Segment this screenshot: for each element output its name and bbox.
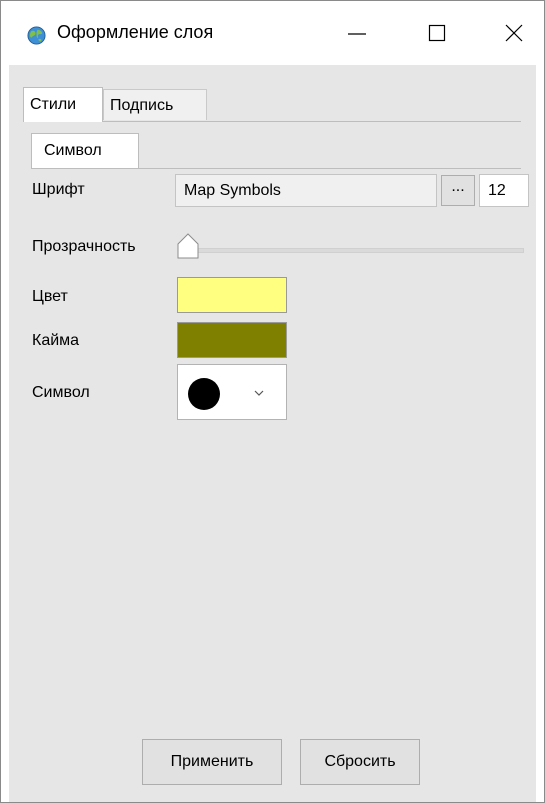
main-tabstrip: Стили Подпись — [23, 87, 521, 122]
border-label: Кайма — [32, 332, 80, 349]
chevron-down-icon — [254, 390, 264, 396]
font-browse-button[interactable]: ... — [441, 175, 475, 206]
reset-button[interactable]: Сбросить — [300, 739, 420, 785]
maximize-button[interactable] — [407, 1, 467, 65]
transparency-slider-track[interactable] — [179, 248, 524, 253]
border-color-swatch[interactable] — [177, 322, 287, 358]
symbol-label: Символ — [32, 384, 90, 401]
fill-color-swatch[interactable] — [177, 277, 287, 313]
layer-style-dialog: Оформление слоя Стили Подпись Символ Шри… — [0, 0, 545, 803]
transparency-slider-thumb[interactable] — [177, 233, 199, 259]
minimize-button[interactable] — [327, 1, 387, 65]
transparency-label: Прозрачность — [32, 238, 136, 255]
apply-button[interactable]: Применить — [142, 739, 282, 785]
minimize-icon — [348, 33, 366, 35]
tab-styles[interactable]: Стили — [23, 87, 103, 122]
font-field[interactable]: Map Symbols — [175, 174, 437, 207]
close-icon — [505, 24, 523, 42]
sub-tabstrip: Символ — [31, 133, 521, 169]
tab-symbol[interactable]: Символ — [31, 133, 139, 168]
maximize-icon — [428, 24, 446, 42]
color-label: Цвет — [32, 288, 68, 305]
globe-icon — [27, 26, 46, 45]
filled-circle-icon — [188, 378, 220, 410]
title-bar[interactable]: Оформление слоя — [1, 1, 544, 65]
tab-label[interactable]: Подпись — [103, 89, 207, 120]
symbol-combobox[interactable] — [177, 364, 287, 420]
window-title: Оформление слоя — [57, 22, 214, 42]
font-size-field[interactable]: 12 — [479, 174, 529, 207]
font-label: Шрифт — [32, 181, 85, 198]
close-button[interactable] — [484, 1, 544, 65]
dialog-body: Стили Подпись Символ Шрифт Map Symbols .… — [9, 65, 536, 802]
